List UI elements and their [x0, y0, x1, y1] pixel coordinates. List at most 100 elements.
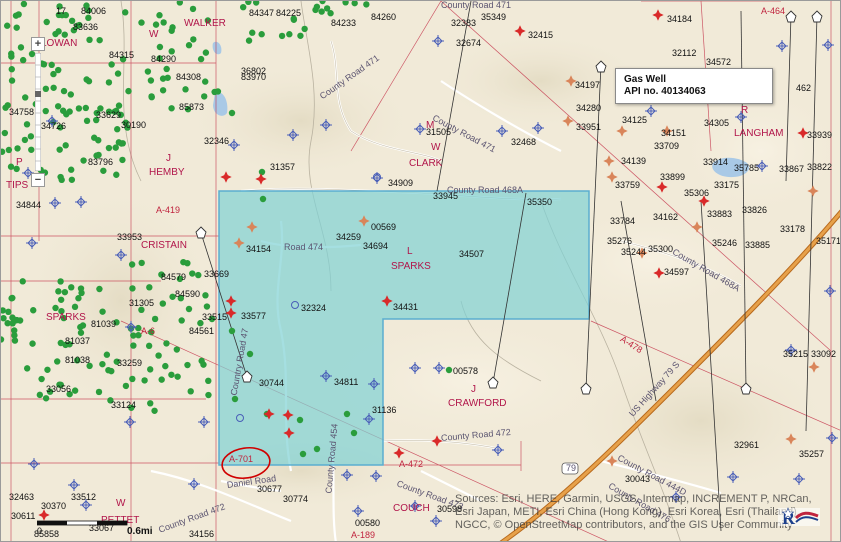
zoom-in-button[interactable]: +	[31, 37, 45, 51]
well-marker[interactable]	[151, 407, 158, 414]
well-marker[interactable]	[99, 360, 106, 368]
well-marker[interactable]	[77, 285, 85, 292]
well-marker[interactable]	[182, 86, 189, 93]
well-marker[interactable]	[83, 117, 91, 125]
well-marker[interactable]	[147, 400, 154, 407]
well-marker[interactable]	[30, 307, 37, 314]
well-marker[interactable]	[145, 342, 153, 350]
well-marker[interactable]	[189, 270, 196, 277]
well-marker[interactable]	[202, 292, 209, 299]
well-marker[interactable]	[57, 296, 65, 303]
well-marker[interactable]	[38, 375, 45, 383]
well-marker[interactable]	[246, 350, 254, 358]
well-marker[interactable]	[160, 19, 167, 26]
well-marker[interactable]	[187, 388, 194, 395]
well-marker[interactable]	[198, 357, 205, 365]
well-marker[interactable]	[114, 70, 122, 77]
well-marker[interactable]	[184, 259, 191, 267]
well-marker[interactable]	[19, 278, 26, 285]
well-marker[interactable]	[147, 366, 154, 373]
well-marker[interactable]	[350, 429, 358, 437]
well-marker[interactable]	[7, 163, 15, 170]
well-marker[interactable]	[112, 144, 119, 151]
zoom-control[interactable]: + −	[31, 37, 45, 187]
well-marker[interactable]	[231, 395, 239, 403]
well-marker[interactable]	[60, 87, 68, 95]
well-marker[interactable]	[228, 327, 236, 335]
well-marker[interactable]	[119, 156, 126, 164]
well-marker[interactable]	[3, 22, 11, 29]
well-marker[interactable]	[163, 340, 170, 347]
well-marker[interactable]	[96, 285, 103, 293]
well-marker[interactable]	[144, 68, 152, 75]
well-marker[interactable]	[14, 145, 21, 152]
well-marker[interactable]	[205, 377, 212, 385]
well-marker[interactable]	[128, 261, 136, 268]
well-marker[interactable]	[55, 66, 62, 74]
well-marker[interactable]	[299, 450, 307, 458]
well-marker[interactable]	[363, 1, 370, 8]
well-popup[interactable]: Gas Well API no. 40134063	[615, 68, 773, 104]
zoom-out-button[interactable]: −	[31, 173, 45, 187]
well-marker[interactable]	[95, 137, 102, 144]
well-marker[interactable]	[313, 445, 321, 453]
well-marker[interactable]	[245, 37, 253, 44]
well-marker[interactable]	[75, 295, 82, 302]
well-marker[interactable]	[155, 352, 162, 359]
well-marker[interactable]	[82, 104, 90, 112]
well-marker[interactable]	[130, 342, 137, 349]
well-marker[interactable]	[151, 315, 159, 323]
well-marker[interactable]	[57, 339, 65, 347]
map-view[interactable]: WALKER HEMBY CLARK SPARKS SPARKS CRAWFORD LANG…	[0, 0, 841, 542]
well-marker[interactable]	[99, 308, 106, 315]
well-marker[interactable]	[249, 29, 256, 36]
well-marker[interactable]	[115, 102, 123, 109]
well-marker[interactable]	[42, 395, 50, 402]
well-marker[interactable]	[184, 361, 191, 369]
well-marker[interactable]	[343, 410, 351, 418]
well-marker[interactable]	[312, 6, 319, 14]
well-marker[interactable]	[86, 36, 93, 44]
well-marker[interactable]	[85, 78, 93, 85]
well-marker[interactable]	[17, 44, 25, 51]
well-marker[interactable]	[68, 176, 76, 183]
well-marker[interactable]	[148, 93, 155, 100]
well-marker[interactable]	[152, 21, 160, 28]
well-marker[interactable]	[159, 87, 167, 94]
well-marker[interactable]	[15, 11, 22, 18]
well-marker[interactable]	[50, 84, 57, 91]
well-marker[interactable]	[80, 157, 87, 164]
well-marker[interactable]	[21, 136, 29, 144]
well-marker[interactable]	[168, 371, 175, 378]
well-marker[interactable]	[36, 391, 44, 399]
well-marker[interactable]	[122, 382, 130, 390]
well-marker[interactable]	[159, 300, 167, 307]
well-marker[interactable]	[129, 285, 136, 292]
well-marker[interactable]	[58, 176, 65, 184]
well-marker[interactable]	[52, 30, 59, 38]
well-marker[interactable]	[258, 168, 266, 176]
well-marker[interactable]	[108, 61, 115, 68]
well-marker[interactable]	[202, 49, 210, 56]
well-marker[interactable]	[23, 121, 31, 128]
well-marker[interactable]	[5, 308, 12, 316]
well-marker[interactable]	[56, 146, 63, 153]
well-marker[interactable]	[43, 18, 50, 26]
well-marker[interactable]	[173, 346, 181, 353]
well-marker[interactable]	[296, 416, 304, 424]
well-marker[interactable]	[163, 65, 170, 73]
well-marker[interactable]	[164, 74, 171, 81]
well-marker[interactable]	[44, 366, 51, 373]
well-marker[interactable]	[158, 376, 165, 383]
well-marker[interactable]	[201, 93, 208, 100]
well-marker[interactable]	[203, 303, 211, 310]
well-marker[interactable]	[71, 387, 79, 394]
well-marker[interactable]	[185, 42, 193, 49]
well-marker[interactable]	[141, 377, 148, 384]
well-marker[interactable]	[214, 88, 222, 95]
well-marker[interactable]	[8, 77, 16, 84]
well-marker[interactable]	[100, 167, 107, 174]
well-marker[interactable]	[61, 31, 68, 38]
well-marker[interactable]	[239, 3, 247, 11]
well-marker[interactable]	[57, 278, 64, 285]
